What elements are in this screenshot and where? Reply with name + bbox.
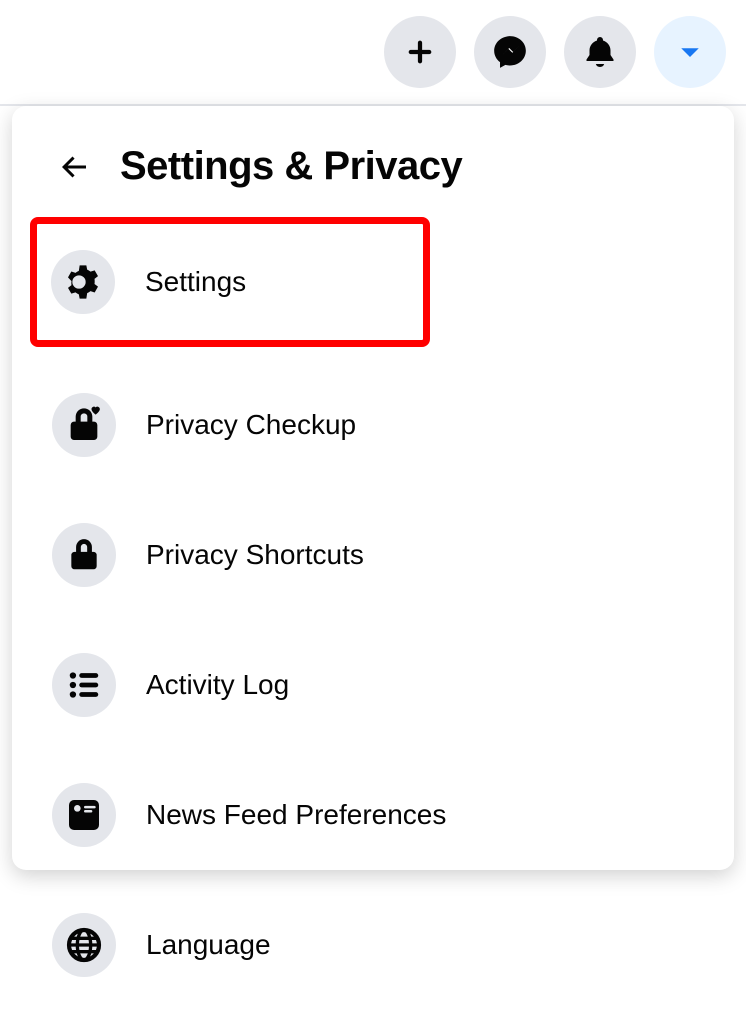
caret-down-icon [675, 37, 705, 67]
list-icon [52, 653, 116, 717]
menu-item-news-feed-preferences[interactable]: News Feed Preferences [36, 765, 710, 865]
feed-icon [52, 783, 116, 847]
panel-title: Settings & Privacy [120, 144, 462, 189]
settings-privacy-panel: Settings & Privacy Settings Privacy Chec… [12, 106, 734, 870]
menu-label: News Feed Preferences [146, 799, 446, 831]
menu-item-settings[interactable]: Settings [30, 217, 430, 347]
menu-item-language[interactable]: Language [36, 895, 710, 995]
plus-icon [403, 35, 437, 69]
arrow-left-icon [56, 149, 92, 185]
panel-header: Settings & Privacy [36, 134, 710, 217]
gear-icon [51, 250, 115, 314]
menu-label: Language [146, 929, 271, 961]
messenger-button[interactable] [474, 16, 546, 88]
lock-icon [52, 523, 116, 587]
top-bar [0, 0, 746, 106]
back-button[interactable] [52, 145, 96, 189]
menu-item-activity-log[interactable]: Activity Log [36, 635, 710, 735]
account-dropdown-button[interactable] [654, 16, 726, 88]
messenger-icon [491, 33, 529, 71]
menu-label: Privacy Shortcuts [146, 539, 364, 571]
bell-icon [582, 34, 618, 70]
lock-heart-icon [52, 393, 116, 457]
menu-item-privacy-checkup[interactable]: Privacy Checkup [36, 375, 710, 475]
menu-label: Settings [145, 266, 246, 298]
menu-label: Activity Log [146, 669, 289, 701]
globe-icon [52, 913, 116, 977]
create-button[interactable] [384, 16, 456, 88]
menu-list: Settings Privacy Checkup Privacy Shortcu… [36, 217, 710, 1025]
notifications-button[interactable] [564, 16, 636, 88]
menu-item-privacy-shortcuts[interactable]: Privacy Shortcuts [36, 505, 710, 605]
menu-label: Privacy Checkup [146, 409, 356, 441]
